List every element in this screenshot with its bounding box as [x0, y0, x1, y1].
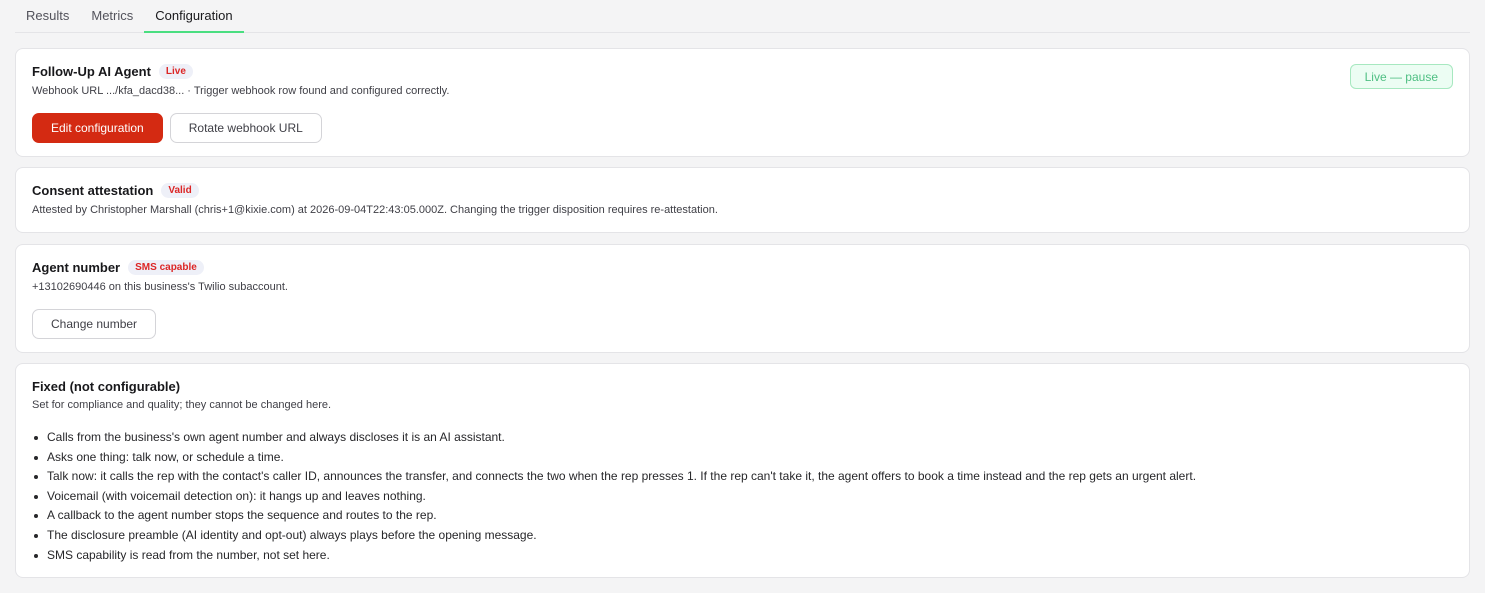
tab-metrics[interactable]: Metrics: [80, 0, 144, 33]
tab-configuration[interactable]: Configuration: [144, 0, 244, 33]
fixed-rules-list: Calls from the business's own agent numb…: [32, 428, 1453, 565]
edit-configuration-button[interactable]: Edit configuration: [32, 113, 163, 143]
number-actions: Change number: [32, 309, 1453, 339]
list-item: A callback to the agent number stops the…: [34, 506, 1453, 526]
fixed-description: Set for compliance and quality; they can…: [32, 399, 332, 411]
agent-card: Follow-Up AI Agent Live Webhook URL .../…: [15, 48, 1470, 157]
agent-number-description: +13102690446 on this business's Twilio s…: [32, 281, 288, 293]
consent-card: Consent attestation Valid Attested by Ch…: [15, 167, 1470, 233]
valid-badge: Valid: [161, 183, 199, 198]
consent-title-row: Consent attestation Valid: [32, 183, 1453, 198]
list-item: SMS capability is read from the number, …: [34, 546, 1453, 566]
rotate-webhook-button[interactable]: Rotate webhook URL: [169, 113, 322, 143]
webhook-description: Webhook URL .../kfa_dacd38... · Trigger …: [32, 85, 450, 97]
sms-capable-badge: SMS capable: [128, 260, 204, 275]
list-item: Calls from the business's own agent numb…: [34, 428, 1453, 448]
agent-actions: Edit configuration Rotate webhook URL: [32, 113, 1453, 143]
agent-title: Follow-Up AI Agent: [32, 64, 151, 79]
number-title-row: Agent number SMS capable: [32, 260, 1453, 275]
list-item: Voicemail (with voicemail detection on):…: [34, 487, 1453, 507]
change-number-button[interactable]: Change number: [32, 309, 157, 339]
agent-title-row: Follow-Up AI Agent Live: [32, 64, 1453, 79]
consent-description: Attested by Christopher Marshall (chris+…: [32, 204, 718, 216]
consent-title: Consent attestation: [32, 183, 154, 198]
list-item: The disclosure preamble (AI identity and…: [34, 526, 1453, 546]
list-item: Talk now: it calls the rep with the cont…: [34, 467, 1453, 487]
live-badge: Live: [158, 64, 193, 79]
agent-number-card: Agent number SMS capable +13102690446 on…: [15, 244, 1470, 353]
live-pause-button[interactable]: Live — pause: [1349, 64, 1453, 89]
agent-number-title: Agent number: [32, 260, 121, 275]
fixed-card: Fixed (not configurable) Set for complia…: [15, 363, 1470, 578]
tab-results[interactable]: Results: [15, 0, 80, 33]
list-item: Asks one thing: talk now, or schedule a …: [34, 448, 1453, 468]
fixed-title: Fixed (not configurable): [32, 379, 181, 394]
tab-bar: Results Metrics Configuration: [15, 0, 1470, 33]
